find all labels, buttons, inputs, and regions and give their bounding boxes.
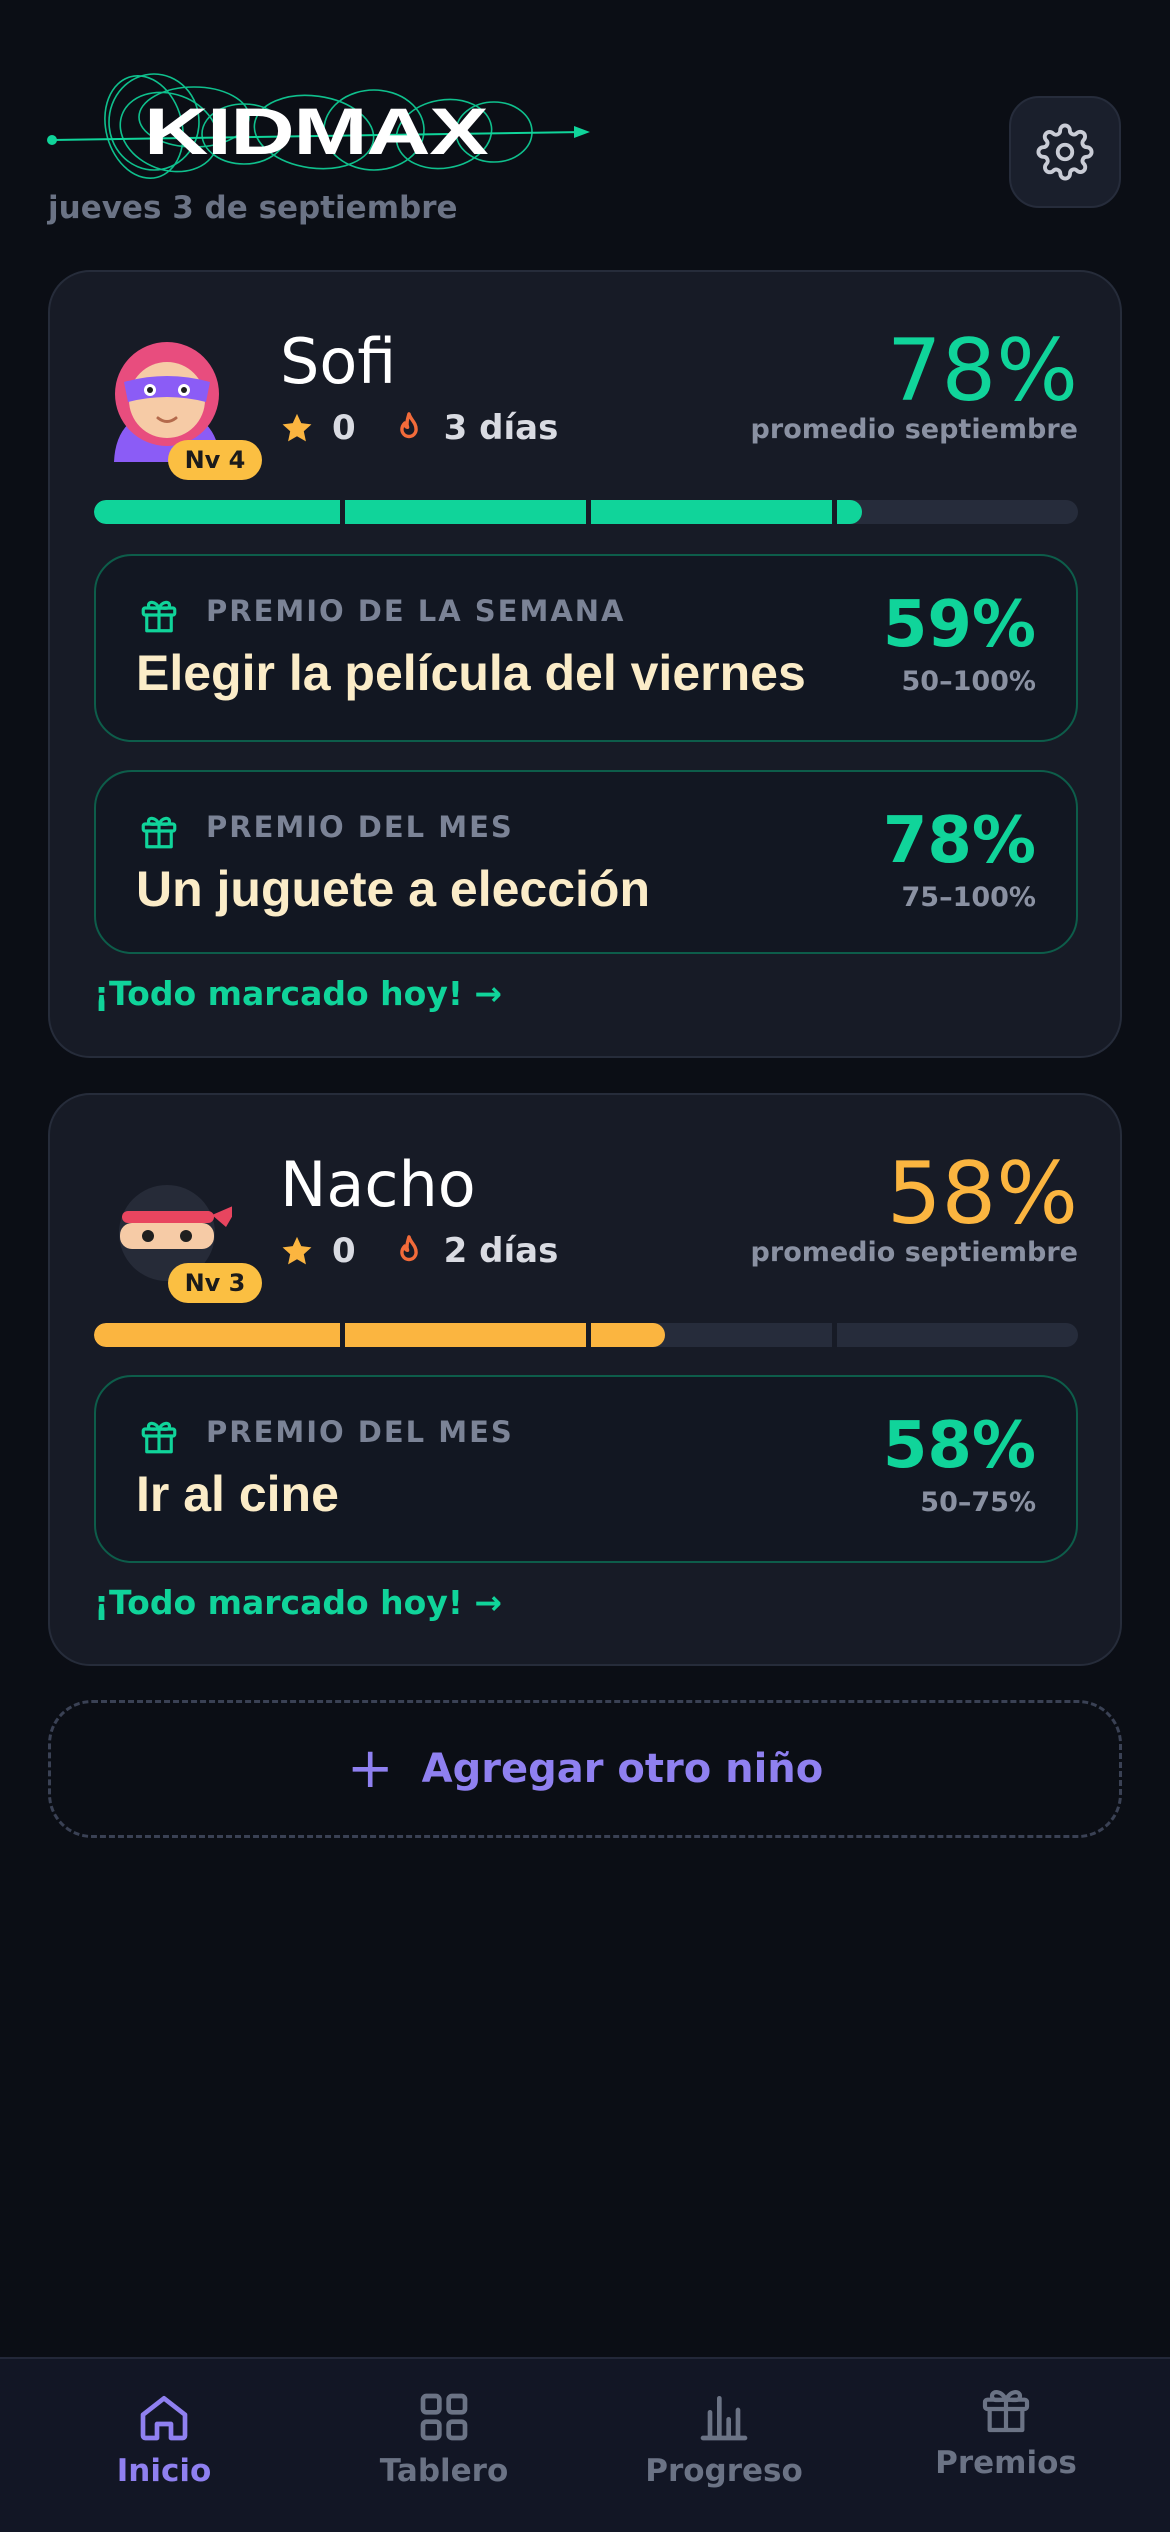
plus-icon: + <box>346 1736 394 1801</box>
prize-range: 75–100% <box>901 882 1037 913</box>
all-done-link[interactable]: ¡Todo marcado hoy! → <box>94 974 502 1013</box>
prize-label: PREMIO DEL MES <box>206 1415 514 1449</box>
current-date: jueves 3 de septiembre <box>48 190 458 226</box>
child-stats: 0 2 días <box>280 1231 558 1271</box>
average-percent: 58% <box>886 1144 1078 1244</box>
progress-fill <box>94 1323 665 1347</box>
nav-progreso[interactable]: Progreso <box>614 2389 834 2489</box>
prize-title: Ir al cine <box>136 1466 339 1522</box>
prize-title: Un juguete a elección <box>136 861 651 917</box>
child-name: Nacho <box>280 1148 476 1221</box>
gift-icon <box>141 1421 177 1454</box>
prize-title: Elegir la película del viernes <box>136 645 806 701</box>
progress-fill <box>94 500 862 524</box>
bar-chart-icon <box>700 2396 748 2441</box>
average-percent: 78% <box>886 321 1078 421</box>
average-caption: promedio septiembre <box>750 1237 1078 1268</box>
app-logo: KIDMAX <box>44 62 604 192</box>
level-badge: Nv 3 <box>168 1263 262 1303</box>
prize-label: PREMIO DEL MES <box>206 810 514 844</box>
prize-range: 50–100% <box>901 666 1037 697</box>
nav-label: Tablero <box>379 2453 509 2489</box>
nav-label: Premios <box>935 2445 1077 2481</box>
average-caption: promedio septiembre <box>750 414 1078 445</box>
child-stats: 0 3 días <box>280 408 558 448</box>
prize-percent: 78% <box>882 804 1036 878</box>
add-child-button[interactable]: + Agregar otro niño <box>48 1700 1122 1838</box>
month-progress-bar <box>94 1323 1078 1347</box>
gift-icon <box>141 600 177 633</box>
star-icon <box>282 413 312 442</box>
prize-monthly[interactable]: PREMIO DEL MES Un juguete a elección 78%… <box>94 770 1078 954</box>
month-progress-bar <box>94 500 1078 524</box>
settings-button[interactable] <box>1009 96 1121 208</box>
prize-monthly[interactable]: PREMIO DEL MES Ir al cine 58% 50–75% <box>94 1375 1078 1563</box>
nav-tablero[interactable]: Tablero <box>334 2389 554 2489</box>
grid-icon <box>420 2393 468 2441</box>
prize-percent: 59% <box>882 588 1036 662</box>
prize-percent: 58% <box>882 1409 1036 1483</box>
star-icon <box>282 1236 312 1265</box>
streak-days: 3 días <box>443 408 559 448</box>
level-badge: Nv 4 <box>168 440 262 480</box>
flame-icon <box>399 1235 418 1262</box>
nav-label: Inicio <box>116 2453 212 2489</box>
nav-premios[interactable]: Premios <box>896 2381 1116 2481</box>
streak-days: 2 días <box>443 1231 559 1271</box>
logo-wordmark: KIDMAX <box>144 94 489 168</box>
stars-count: 0 <box>332 408 356 448</box>
nav-inicio[interactable]: Inicio <box>54 2389 274 2489</box>
stars-count: 0 <box>332 1231 356 1271</box>
nav-label: Progreso <box>645 2453 803 2489</box>
child-card-sofi[interactable]: Nv 4 Sofi 0 3 días 78% promedio septiemb… <box>48 270 1122 1058</box>
prize-label: PREMIO DE LA SEMANA <box>206 594 626 628</box>
child-card-nacho[interactable]: Nv 3 Nacho 0 2 días 58% promedio septiem… <box>48 1093 1122 1666</box>
all-done-link[interactable]: ¡Todo marcado hoy! → <box>94 1583 502 1622</box>
prize-range: 50–75% <box>920 1487 1036 1518</box>
gift-icon <box>141 816 177 849</box>
flame-icon <box>399 412 418 439</box>
home-icon <box>140 2396 188 2441</box>
bottom-nav: Inicio Tablero Progreso Premios <box>0 2357 1170 2532</box>
prize-weekly[interactable]: PREMIO DE LA SEMANA Elegir la película d… <box>94 554 1078 742</box>
child-name: Sofi <box>280 325 397 398</box>
add-child-label: Agregar otro niño <box>421 1746 824 1792</box>
gear-icon <box>1036 123 1094 181</box>
home-screen: KIDMAX jueves 3 de septiembre Nv 4 Sofi … <box>0 0 1170 2532</box>
gift-icon <box>982 2390 1030 2433</box>
